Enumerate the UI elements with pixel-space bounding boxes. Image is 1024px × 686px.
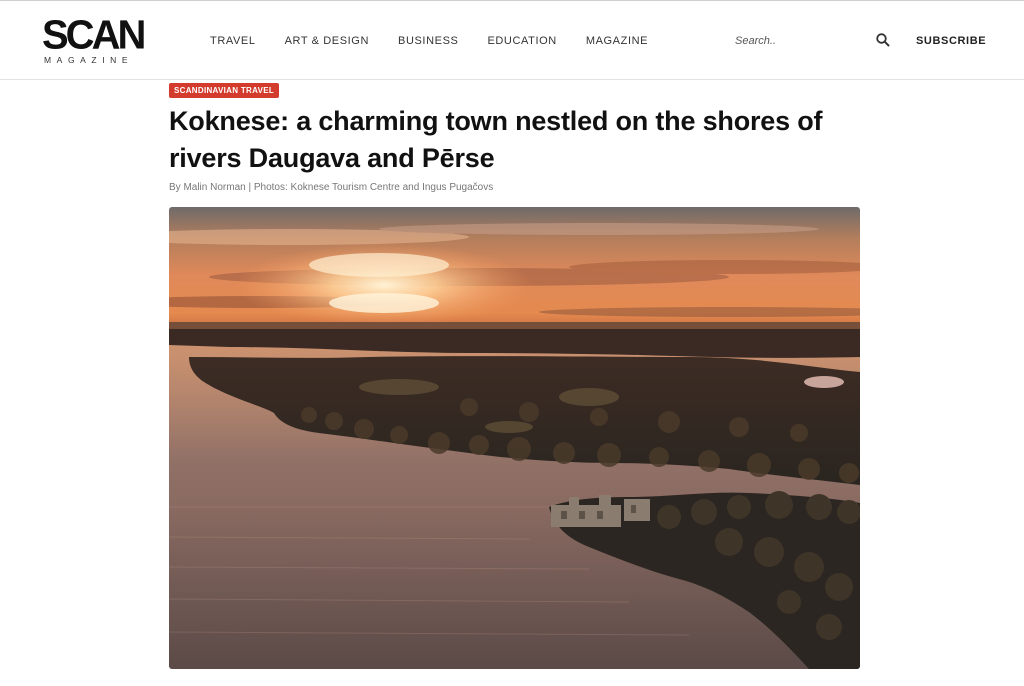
nav-item-magazine[interactable]: MAGAZINE: [586, 35, 648, 47]
site-header: SCAN MAGAZINE TRAVEL ART & DESIGN BUSINE…: [0, 0, 1024, 80]
search-button[interactable]: [875, 32, 891, 48]
logo-wordmark: SCAN: [42, 12, 146, 58]
nav-item-travel[interactable]: TRAVEL: [210, 35, 256, 47]
search-icon: [876, 33, 890, 47]
nav-item-education[interactable]: EDUCATION: [487, 35, 556, 47]
page: SCAN MAGAZINE TRAVEL ART & DESIGN BUSINE…: [0, 0, 1024, 686]
main-nav: TRAVEL ART & DESIGN BUSINESS EDUCATION M…: [210, 35, 677, 47]
hero-photo-graphic: [169, 207, 860, 669]
article-title: Koknese: a charming town nestled on the …: [169, 106, 823, 173]
hero-image: [169, 207, 860, 669]
nav-item-art-design[interactable]: ART & DESIGN: [285, 35, 369, 47]
subscribe-link[interactable]: SUBSCRIBE: [916, 35, 986, 47]
site-logo[interactable]: SCAN MAGAZINE: [42, 15, 152, 71]
search-input[interactable]: [731, 31, 871, 51]
article-byline: By Malin Norman | Photos: Koknese Touris…: [169, 182, 494, 193]
category-badge[interactable]: SCANDINAVIAN TRAVEL: [169, 83, 280, 98]
nav-item-business[interactable]: BUSINESS: [398, 35, 458, 47]
